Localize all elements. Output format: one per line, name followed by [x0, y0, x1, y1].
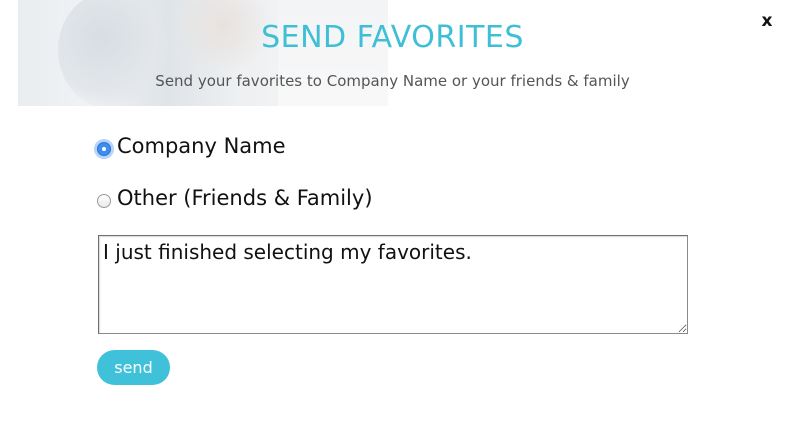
recipient-option-label: Other (Friends & Family) — [117, 186, 373, 210]
message-textarea[interactable]: I just finished selecting my favorites. — [98, 235, 688, 334]
radio-checked-icon[interactable] — [97, 142, 111, 156]
dialog-subtitle: Send your favorites to Company Name or y… — [155, 72, 630, 90]
radio-unchecked-icon[interactable] — [97, 194, 111, 208]
recipient-option-label: Company Name — [117, 134, 286, 158]
dialog-title: SEND FAVORITES — [261, 20, 524, 55]
recipient-option-company[interactable]: Company Name — [97, 134, 286, 158]
send-button[interactable]: send — [97, 350, 170, 385]
recipient-option-other[interactable]: Other (Friends & Family) — [97, 186, 373, 210]
